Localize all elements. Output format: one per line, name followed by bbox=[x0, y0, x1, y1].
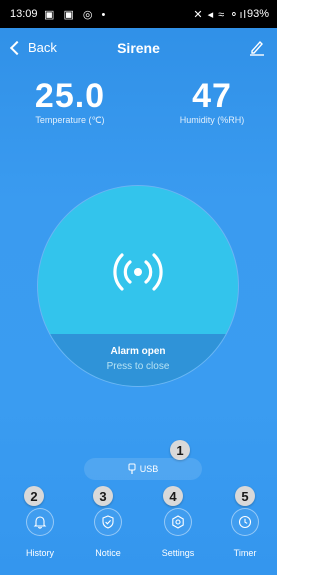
nav-timer-label: Timer bbox=[233, 548, 257, 558]
gear-icon bbox=[172, 515, 184, 529]
bottom-nav: History Notice Settings Timer bbox=[0, 508, 277, 568]
sensor-readings: 25.0 Temperature (℃) 47 Humidity (%RH) bbox=[0, 78, 277, 138]
alarm-toggle-button[interactable]: Alarm open Press to close bbox=[38, 186, 238, 386]
alarm-status: Alarm open bbox=[110, 346, 166, 357]
nav-history[interactable]: History bbox=[10, 508, 70, 558]
usb-plug-icon bbox=[128, 463, 136, 474]
annotation-badge-3: 3 bbox=[93, 486, 113, 506]
nav-notice-label: Notice bbox=[95, 548, 121, 558]
shield-check-icon bbox=[102, 515, 114, 529]
status-bar: 13:09 ▣ ▣ ◎ • ✕ ◂ ≈ ⚬ıl 93% bbox=[0, 0, 277, 28]
nav-timer[interactable]: Timer bbox=[215, 508, 275, 558]
history-icon-wrap bbox=[26, 508, 54, 536]
nav-history-label: History bbox=[25, 548, 54, 558]
humidity-value: 47 bbox=[192, 77, 232, 115]
top-bar: Back Sirene bbox=[0, 28, 277, 68]
clock-icon bbox=[238, 515, 252, 529]
temperature-value: 25.0 bbox=[34, 77, 106, 115]
bell-icon bbox=[33, 516, 47, 529]
app-screen: 13:09 ▣ ▣ ◎ • ✕ ◂ ≈ ⚬ıl 93% Back Sirene … bbox=[0, 0, 277, 575]
alarm-broadcast-icon bbox=[113, 253, 163, 291]
power-source-label: USB bbox=[139, 464, 159, 474]
system-icons: ✕ ◂ ≈ ⚬ıl bbox=[193, 9, 247, 21]
annotation-badge-5: 5 bbox=[235, 486, 255, 506]
status-time: 13:09 bbox=[10, 8, 38, 20]
humidity-reading: 47 Humidity (%RH) bbox=[176, 78, 248, 125]
annotation-badge-4: 4 bbox=[163, 486, 183, 506]
notice-icon-wrap bbox=[94, 508, 122, 536]
humidity-label: Humidity (%RH) bbox=[179, 115, 245, 125]
battery-level: 93% bbox=[246, 8, 269, 20]
page-title: Sirene bbox=[117, 40, 160, 56]
nav-settings-label: Settings bbox=[161, 548, 195, 558]
annotation-badge-2: 2 bbox=[24, 486, 44, 506]
temperature-reading: 25.0 Temperature (℃) bbox=[22, 78, 118, 126]
nav-settings[interactable]: Settings bbox=[148, 508, 208, 558]
edit-icon[interactable] bbox=[249, 38, 265, 56]
settings-icon-wrap bbox=[164, 508, 192, 536]
annotation-badge-1: 1 bbox=[170, 440, 190, 460]
timer-icon-wrap bbox=[231, 508, 259, 536]
notification-icons: ▣ ▣ ◎ • bbox=[44, 9, 109, 21]
nav-notice[interactable]: Notice bbox=[78, 508, 138, 558]
temperature-label: Temperature (℃) bbox=[35, 115, 105, 125]
alarm-hint: Press to close bbox=[106, 361, 170, 372]
power-source-indicator: USB bbox=[84, 458, 202, 480]
alarm-footer bbox=[38, 334, 238, 386]
